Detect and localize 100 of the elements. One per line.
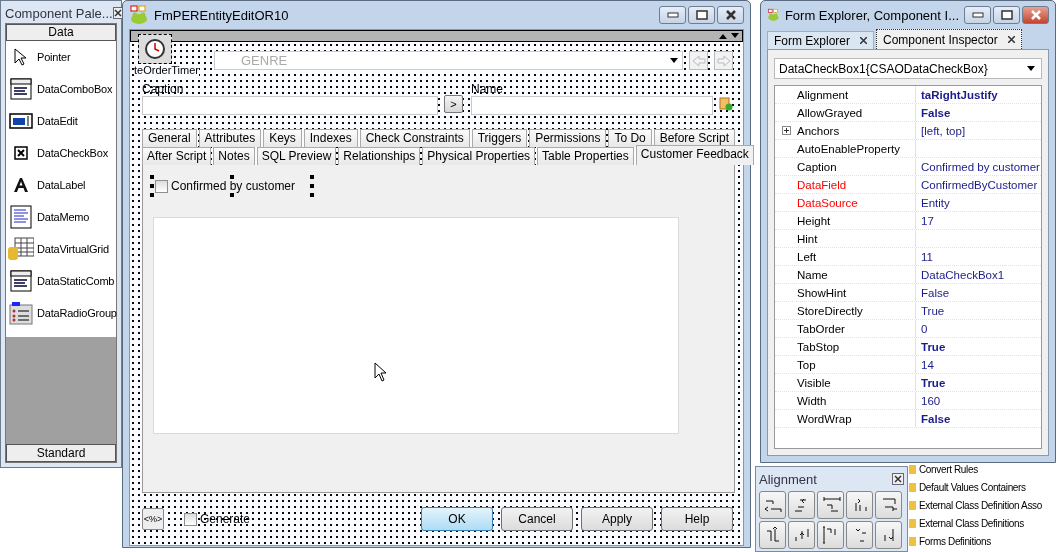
property-name[interactable]: Height xyxy=(797,214,915,227)
tab[interactable]: Form Explorer xyxy=(767,31,874,49)
expand-icon[interactable] xyxy=(781,126,791,135)
minimize-button[interactable] xyxy=(964,6,991,24)
tree-item[interactable]: External Class Definitions xyxy=(909,514,1042,532)
close-button[interactable] xyxy=(892,473,904,485)
maximize-button[interactable] xyxy=(993,6,1020,24)
close-button[interactable] xyxy=(112,7,123,19)
scroll-up-icon[interactable] xyxy=(718,32,728,40)
tab[interactable]: Component Inspector xyxy=(876,29,1022,49)
property-value[interactable]: 14 xyxy=(921,358,934,371)
dialog-button[interactable]: Apply xyxy=(581,507,653,531)
align-button[interactable] xyxy=(875,521,902,549)
palette-item[interactable]: DataVirtualGrid xyxy=(6,233,116,265)
dropdown-arrow-icon[interactable] xyxy=(1027,66,1035,71)
tab[interactable]: Table Properties xyxy=(537,147,634,165)
tab[interactable]: Customer Feedback xyxy=(635,145,754,165)
property-name[interactable]: Left xyxy=(797,250,915,263)
palette-item[interactable]: DataStaticComb xyxy=(6,265,116,297)
align-button[interactable] xyxy=(846,521,873,549)
property-value[interactable]: [left, top] xyxy=(921,124,966,137)
property-value[interactable]: taRightJustify xyxy=(921,88,998,101)
property-name[interactable]: Anchors xyxy=(797,124,915,137)
property-name[interactable]: Alignment xyxy=(797,88,915,101)
property-value[interactable]: True xyxy=(921,376,946,389)
property-name[interactable]: Caption xyxy=(797,160,915,173)
scroll-down-icon[interactable] xyxy=(730,32,740,40)
tab[interactable]: Permissions xyxy=(529,129,607,147)
tab[interactable]: Relationships xyxy=(338,147,421,165)
property-value[interactable]: Entity xyxy=(921,196,950,209)
property-name[interactable]: AutoEnableProperty xyxy=(797,142,915,155)
property-value[interactable]: 11 xyxy=(921,250,933,263)
document-check-icon[interactable] xyxy=(719,97,733,111)
palette-item[interactable]: Pointer xyxy=(6,41,116,73)
align-button[interactable] xyxy=(759,491,786,519)
palette-item[interactable]: DataEdit xyxy=(6,105,116,137)
checkbox[interactable] xyxy=(184,512,197,526)
close-icon[interactable] xyxy=(1007,36,1015,43)
tab[interactable]: Physical Properties xyxy=(422,147,536,165)
go-button[interactable]: > xyxy=(444,95,463,113)
property-value[interactable]: False xyxy=(921,106,951,119)
name-input[interactable] xyxy=(471,96,713,115)
checkbox-control[interactable]: Confirmed by customer xyxy=(150,175,314,197)
object-selector[interactable]: DataCheckBox1{CSAODataCheckBox} xyxy=(774,58,1042,79)
property-name[interactable]: Width xyxy=(797,394,915,407)
property-name[interactable]: TabStop xyxy=(797,340,915,353)
align-button[interactable] xyxy=(788,491,815,519)
property-name[interactable]: Hint xyxy=(797,232,915,245)
property-value[interactable]: ConfirmedByCustomer xyxy=(921,178,1038,191)
tab[interactable]: Triggers xyxy=(471,129,528,147)
tab[interactable]: After Script xyxy=(142,147,212,165)
tab[interactable]: Attributes xyxy=(198,129,262,147)
tree-item[interactable]: Convert Rules xyxy=(909,460,1042,478)
tab[interactable]: Notes xyxy=(213,147,255,165)
tree-item[interactable]: Default Values Containers xyxy=(909,478,1042,496)
property-name[interactable]: TabOrder xyxy=(797,322,915,335)
tree-item[interactable]: Forms Definitions xyxy=(909,532,1042,550)
tab[interactable]: Check Constraints xyxy=(359,129,470,147)
property-value[interactable]: True xyxy=(921,304,945,317)
checkbox[interactable] xyxy=(155,179,168,193)
script-button[interactable]: <%> xyxy=(142,508,164,530)
property-value[interactable]: 17 xyxy=(921,214,934,227)
property-value[interactable]: 0 xyxy=(921,322,928,335)
property-value[interactable]: False xyxy=(921,286,950,299)
dialog-button[interactable]: Cancel xyxy=(501,507,573,531)
tab[interactable]: SQL Preview xyxy=(256,147,337,165)
timer-component-icon[interactable] xyxy=(138,34,172,64)
tab[interactable]: Indexes xyxy=(303,129,358,147)
palette-item[interactable]: DataRadioGroup xyxy=(6,297,116,329)
palette-item[interactable]: DataMemo xyxy=(6,201,116,233)
property-name[interactable]: Top xyxy=(797,358,915,371)
property-name[interactable]: DataField xyxy=(797,178,915,191)
tab[interactable]: Keys xyxy=(263,129,302,147)
property-value[interactable]: 160 xyxy=(921,394,941,407)
align-button[interactable] xyxy=(788,521,815,549)
maximize-button[interactable] xyxy=(688,6,715,24)
minimize-button[interactable] xyxy=(659,6,686,24)
palette-group-header[interactable]: Standard xyxy=(6,444,116,462)
caption-input[interactable] xyxy=(142,96,438,115)
align-button[interactable] xyxy=(846,491,873,519)
property-name[interactable]: DataSource xyxy=(797,196,915,209)
align-button[interactable] xyxy=(759,521,786,549)
memo-field[interactable] xyxy=(153,217,679,434)
palette-item[interactable]: DataCheckBox xyxy=(6,137,116,169)
property-name[interactable]: Visible xyxy=(797,376,915,389)
property-name[interactable]: Name xyxy=(797,268,915,281)
dialog-button[interactable]: Help xyxy=(661,507,733,531)
close-button[interactable] xyxy=(717,6,744,24)
property-name[interactable]: AllowGrayed xyxy=(797,106,915,119)
dialog-button[interactable]: OK xyxy=(421,507,493,531)
property-name[interactable]: StoreDirectly xyxy=(797,304,915,317)
tab[interactable]: General xyxy=(142,129,197,147)
property-value[interactable]: True xyxy=(921,340,946,353)
tab[interactable]: To Do xyxy=(608,129,652,147)
property-value[interactable]: Confirmed by customer xyxy=(921,160,1040,173)
align-button[interactable] xyxy=(875,491,902,519)
align-button[interactable] xyxy=(817,521,844,549)
property-name[interactable]: WordWrap xyxy=(797,412,915,425)
property-name[interactable]: ShowHint xyxy=(797,286,915,299)
align-button[interactable] xyxy=(817,491,844,519)
